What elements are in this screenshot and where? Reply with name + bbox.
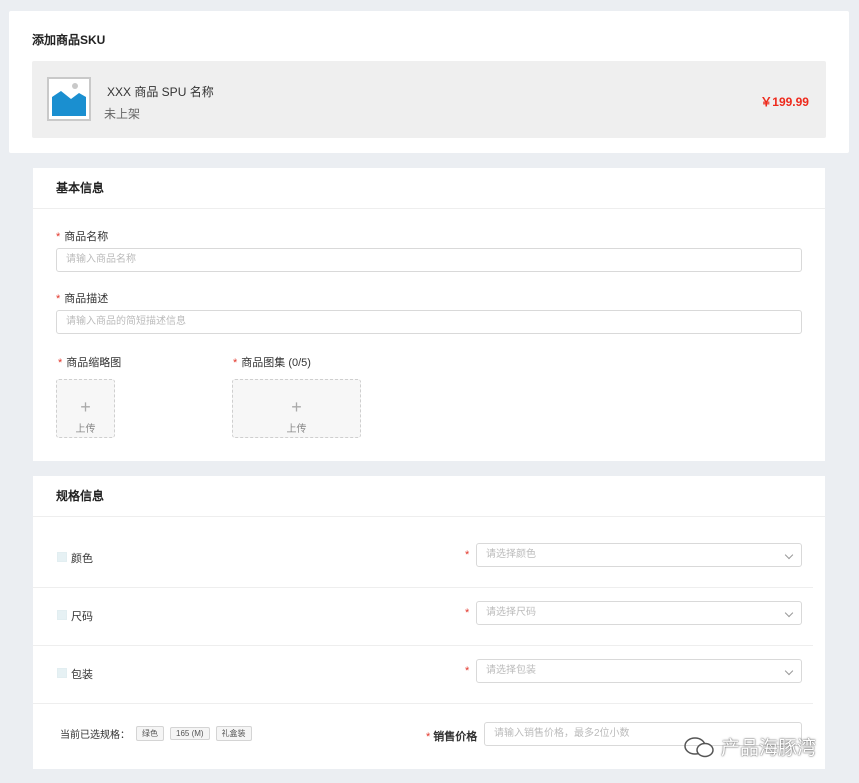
thumbnail-upload-button[interactable]: + 上传: [56, 379, 115, 438]
spec-name: 颜色: [71, 553, 93, 565]
spec-row-packaging: 包装 * 请选择包装: [33, 646, 813, 704]
packaging-checkbox[interactable]: [57, 668, 67, 678]
size-checkbox[interactable]: [57, 610, 67, 620]
plus-icon: +: [80, 397, 91, 417]
color-checkbox[interactable]: [57, 552, 67, 562]
selected-specs-label: 当前已选规格：: [60, 730, 130, 741]
product-name-label: * 商品名称: [56, 231, 109, 243]
spu-summary: XXX 商品 SPU 名称 未上架 ￥199.99: [32, 61, 826, 138]
spec-row-size: 尺码 * 请选择尺码: [33, 588, 813, 646]
required-mark: *: [465, 665, 470, 677]
required-mark: *: [58, 357, 63, 369]
spu-status: 未上架: [104, 107, 141, 121]
required-mark: *: [465, 607, 470, 619]
chevron-down-icon: [784, 666, 794, 676]
spec-info-section: 规格信息 颜色 * 请选择颜色 尺码 * 请选择尺码 包装 * 请选择包装 当前…: [33, 476, 825, 769]
spec-info-title: 规格信息: [33, 476, 825, 517]
packaging-select[interactable]: 请选择包装: [476, 659, 802, 683]
sku-header-card: 添加商品SKU XXX 商品 SPU 名称 未上架 ￥199.99: [9, 11, 849, 153]
required-mark: *: [233, 357, 238, 369]
product-name-input[interactable]: 请输入商品名称: [56, 248, 802, 272]
spec-tag: 165 (M): [170, 727, 210, 740]
product-desc-label: * 商品描述: [56, 293, 109, 305]
plus-icon: +: [291, 397, 302, 417]
watermark: 产品海豚湾: [683, 733, 816, 760]
basic-info-title: 基本信息: [33, 168, 825, 209]
chevron-down-icon: [784, 608, 794, 618]
required-mark: *: [56, 231, 61, 243]
product-desc-input[interactable]: 请输入商品的简短描述信息: [56, 310, 802, 334]
size-select[interactable]: 请选择尺码: [476, 601, 802, 625]
spec-row-color: 颜色 * 请选择颜色: [33, 530, 813, 588]
chevron-down-icon: [784, 550, 794, 560]
sale-price-label: * 销售价格: [426, 731, 478, 743]
spec-name: 包装: [71, 669, 93, 681]
required-mark: *: [465, 549, 470, 561]
spec-tag: 绿色: [136, 726, 164, 741]
image-placeholder-icon: [49, 79, 89, 119]
spu-thumbnail: [47, 77, 91, 121]
upload-label: 上传: [75, 424, 96, 435]
basic-info-section: 基本信息 * 商品名称 请输入商品名称 * 商品描述 请输入商品的简短描述信息 * 商…: [33, 168, 825, 461]
gallery-upload-button[interactable]: + 上传: [232, 379, 361, 438]
color-select[interactable]: 请选择颜色: [476, 543, 802, 567]
spec-name: 尺码: [71, 611, 93, 623]
spu-name: XXX 商品 SPU 名称: [107, 85, 214, 99]
wechat-icon: [684, 736, 714, 757]
thumbnail-label: * 商品缩略图: [58, 357, 122, 369]
upload-label: 上传: [286, 424, 307, 435]
spec-tag: 礼盒装: [215, 726, 252, 741]
gallery-label: * 商品图集 (0/5): [233, 357, 311, 369]
required-mark: *: [56, 293, 61, 305]
page-title: 添加商品SKU: [32, 33, 106, 47]
selected-specs: 当前已选规格： 绿色 165 (M) 礼盒装: [60, 726, 252, 741]
required-mark: *: [426, 731, 431, 743]
spu-price: ￥199.99: [760, 95, 809, 109]
